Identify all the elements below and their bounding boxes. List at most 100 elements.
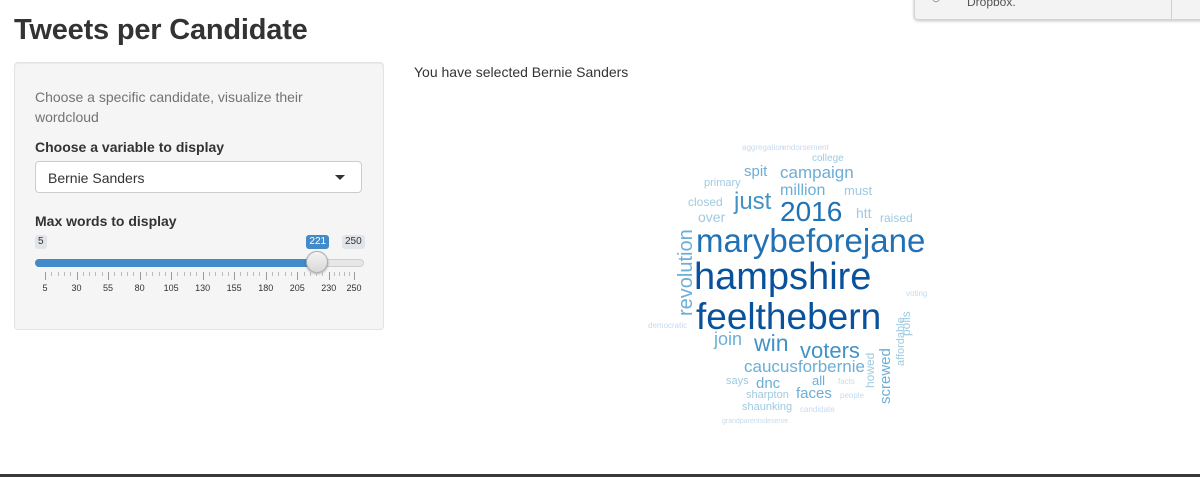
slider-tick-minor <box>343 272 345 276</box>
wordcloud-word: endorsement <box>782 143 829 152</box>
slider-tick-minor <box>101 272 103 276</box>
slider-tick-label: 30 <box>71 283 82 293</box>
slider-tick-label: 130 <box>195 283 211 293</box>
slider-tick-label: 80 <box>134 283 145 293</box>
wordcloud-word: caucusforbernie <box>744 357 865 376</box>
slider-tick-minor <box>51 272 53 276</box>
slider-tick-minor <box>82 272 84 276</box>
sidebar-help-text: Choose a specific candidate, visualize t… <box>35 89 303 125</box>
slider-tick-minor <box>227 272 229 276</box>
slider-tick-minor <box>145 272 147 276</box>
slider-tick-minor <box>284 272 286 276</box>
notification-popup[interactable]: ⊖ Dropbox. <box>914 0 1200 20</box>
wordcloud-word: grandparentsdeserve <box>722 418 789 425</box>
wordcloud-word: revolution <box>675 229 697 316</box>
slider-tick-minor <box>190 272 192 276</box>
candidate-select-label: Choose a variable to display <box>35 139 225 155</box>
slider-tick-major <box>234 272 236 280</box>
notification-text: Dropbox. <box>967 0 1016 9</box>
wordcloud-word: facts <box>838 377 855 386</box>
slider-tick-minor <box>158 272 160 276</box>
chevron-down-icon <box>335 175 345 180</box>
slider-tick-label: 55 <box>103 283 114 293</box>
sidebar-panel: Choose a specific candidate, visualize t… <box>14 62 384 330</box>
slider-tick-label: 155 <box>226 283 242 293</box>
wordcloud-word: join <box>714 329 743 349</box>
slider-tick-minor <box>240 272 242 276</box>
slider-tick-minor <box>95 272 97 276</box>
wordcloud-word: win <box>754 330 789 356</box>
notification-icon: ⊖ <box>931 0 941 5</box>
slider-handle[interactable] <box>306 251 329 273</box>
slider-tick-label: 230 <box>321 283 337 293</box>
wordcloud-word: candidate <box>800 405 835 414</box>
slider-tick-minor <box>152 272 154 276</box>
slider-tick-minor <box>215 272 217 276</box>
slider-tick-minor <box>322 272 324 276</box>
wordcloud-word: says <box>726 375 749 387</box>
slider-tick-minor <box>133 272 135 276</box>
slider-tick-label: 180 <box>258 283 274 293</box>
slider-tick-minor <box>253 272 255 276</box>
slider-tick-minor <box>114 272 116 276</box>
slider-tick-label: 105 <box>163 283 179 293</box>
wordcloud-word: aggregation <box>742 143 785 152</box>
slider-tick-minor <box>333 272 335 276</box>
wordcloud-word: howed <box>863 352 877 388</box>
slider-tick-minor <box>177 272 179 276</box>
wordcloud-word: over <box>698 209 726 225</box>
wordcloud-word: all <box>812 373 826 388</box>
slider-tick-major <box>45 272 46 280</box>
slider-tick-minor <box>196 272 198 276</box>
wordcloud-word: faces <box>796 385 832 402</box>
slider-tick-minor <box>89 272 91 276</box>
slider-tick-major <box>265 272 267 280</box>
wordcloud-word: voting <box>906 289 928 298</box>
candidate-select[interactable]: Bernie Sanders <box>35 161 362 193</box>
slider-tick-minor <box>348 272 350 276</box>
wordcloud-word: college <box>812 153 844 164</box>
slider-tick-minor <box>259 272 261 276</box>
slider-tick-minor <box>309 272 311 276</box>
slider-tick-minor <box>208 272 210 276</box>
slider-tick-label: 5 <box>42 283 48 293</box>
wordcloud-word: shaunking <box>742 401 793 413</box>
slider-min-label: 5 <box>35 235 47 249</box>
slider-tick-minor <box>272 272 274 276</box>
wordcloud-word: raised <box>880 211 913 225</box>
slider-fill <box>35 259 318 267</box>
wordcloud-word: affordable <box>895 317 907 366</box>
wordcloud-word: million <box>780 182 826 199</box>
slider-tick-major <box>202 272 204 280</box>
wordcloud-word: screwed <box>877 348 894 404</box>
page-title: Tweets per Candidate <box>14 14 308 46</box>
slider-tick-minor <box>290 272 292 276</box>
slider-tick-major <box>297 272 299 280</box>
wordcloud-word: campaign <box>780 163 854 182</box>
slider-tick-major <box>139 272 141 280</box>
slider-tick-label: 205 <box>289 283 305 293</box>
slider-tick-minor <box>183 272 185 276</box>
wordcloud-word: just <box>734 188 772 215</box>
slider-tick-major <box>328 272 330 280</box>
slider-tick-minor <box>221 272 223 276</box>
slider-tick-minor <box>338 272 340 276</box>
wordcloud-word: closed <box>688 195 723 209</box>
slider-tick-minor <box>57 272 59 276</box>
slider-tick-major <box>76 272 78 280</box>
slider-tick-label: 250 <box>346 283 362 293</box>
wordcloud-word: htt <box>856 205 872 221</box>
slider-tick-minor <box>316 272 318 276</box>
wordcloud: hampshire feelthebern marybeforejane 201… <box>630 120 970 440</box>
candidate-select-value: Bernie Sanders <box>48 170 145 186</box>
wordcloud-word: primary <box>704 177 741 189</box>
slider-value-label: 221 <box>306 235 330 249</box>
wordcloud-word: hampshire <box>694 256 872 298</box>
slider-tick-minor <box>70 272 72 276</box>
slider-tick-major <box>171 272 173 280</box>
slider-max-label: 250 <box>342 235 365 249</box>
slider-tick-major <box>354 272 355 280</box>
slider-tick-minor <box>278 272 280 276</box>
wordcloud-word: marybeforejane <box>696 222 926 259</box>
wordcloud-word: spit <box>744 163 768 180</box>
